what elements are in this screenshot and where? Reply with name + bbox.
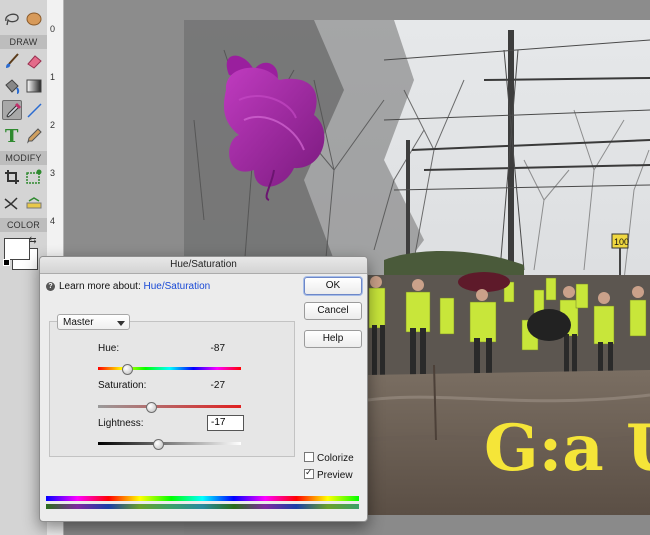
blur-icon	[26, 12, 42, 26]
line-tool[interactable]	[24, 100, 44, 120]
text-tool[interactable]: T	[2, 125, 22, 145]
lightness-slider-thumb[interactable]	[153, 439, 164, 450]
saturation-slider-thumb[interactable]	[146, 402, 157, 413]
ruler-mark: 1	[50, 72, 56, 82]
smart-fix-icon	[36, 169, 42, 175]
ruler-mark: 2	[50, 120, 56, 130]
lightness-value-field[interactable]: -17	[207, 415, 244, 431]
section-modify: MODIFY	[0, 151, 47, 165]
hue-value[interactable]: -87	[185, 343, 225, 354]
preview-box[interactable]	[304, 467, 314, 480]
section-color: COLOR	[0, 218, 47, 232]
eraser-icon	[27, 55, 42, 69]
hue-label: Hue:	[98, 343, 120, 354]
transform-tool[interactable]	[2, 193, 22, 213]
saturation-slider-track[interactable]	[98, 405, 241, 408]
preview-label: Preview	[317, 470, 353, 481]
eyedropper-tool[interactable]	[2, 100, 22, 120]
saturation-value[interactable]: -27	[185, 380, 225, 391]
canvas-pasteboard-top	[64, 0, 650, 20]
sign-text: 100	[614, 237, 629, 247]
colorize-checkbox[interactable]: Colorize	[304, 452, 354, 464]
crop-icon	[5, 170, 19, 184]
default-colors-icon[interactable]	[3, 259, 10, 266]
crop-tool[interactable]	[2, 167, 22, 187]
learn-more-label: Learn more about:	[59, 281, 141, 292]
gradient-icon	[26, 79, 42, 93]
eraser-tool[interactable]	[24, 51, 44, 71]
transform-icon	[4, 197, 18, 210]
adjustment-group	[49, 321, 295, 457]
hue-slider-thumb[interactable]	[122, 364, 133, 375]
cancel-button[interactable]: Cancel	[304, 302, 362, 320]
learn-more: ? Learn more about: Hue/Saturation	[46, 281, 210, 292]
dialog-title: Hue/Saturation	[40, 257, 367, 274]
lightness-slider-track[interactable]	[98, 442, 241, 445]
learn-more-link[interactable]: Hue/Saturation	[144, 281, 211, 292]
overlay-text: G:a U	[484, 411, 650, 486]
brush-icon	[6, 63, 11, 68]
section-draw: DRAW	[0, 35, 47, 49]
ruler-mark: 0	[50, 24, 56, 34]
help-icon: ?	[46, 281, 55, 291]
edit-channel-select[interactable]: Master	[57, 314, 130, 330]
foreground-color-swatch[interactable]	[4, 238, 30, 260]
preview-checkbox[interactable]: Preview	[304, 467, 353, 481]
colorize-box[interactable]	[304, 452, 314, 463]
ruler-mark: 3	[50, 168, 56, 178]
ok-button[interactable]: OK	[304, 277, 362, 295]
hue-saturation-dialog: Hue/Saturation ? Learn more about: Hue/Sa…	[39, 256, 368, 522]
edit-channel-value: Master	[63, 317, 94, 328]
ruler-mark: 4	[50, 216, 56, 226]
pencil-tool[interactable]	[24, 125, 44, 145]
source-spectrum-bar	[46, 496, 359, 501]
colorize-label: Colorize	[317, 453, 354, 464]
straighten-tool[interactable]	[24, 193, 44, 213]
straighten-icon	[28, 197, 40, 202]
paint-bucket-icon	[16, 87, 20, 94]
chevron-down-icon	[117, 321, 125, 326]
hue-slider-track[interactable]	[98, 367, 241, 370]
paint-bucket-tool[interactable]	[2, 76, 22, 96]
smart-fix-tool[interactable]	[24, 167, 44, 187]
line-icon	[27, 103, 42, 118]
blur-tool[interactable]	[24, 8, 44, 28]
lasso-tool[interactable]	[2, 8, 22, 28]
swap-colors-icon[interactable]: ⇆	[29, 235, 37, 246]
gradient-tool[interactable]	[24, 76, 44, 96]
lightness-label: Lightness:	[98, 418, 144, 429]
pencil-icon	[27, 128, 42, 144]
lasso-icon	[5, 13, 19, 26]
help-button[interactable]: Help	[304, 330, 362, 348]
text-icon: T	[5, 126, 19, 144]
brush-tool[interactable]	[2, 51, 22, 71]
result-spectrum-bar	[46, 504, 359, 509]
saturation-label: Saturation:	[98, 380, 147, 391]
